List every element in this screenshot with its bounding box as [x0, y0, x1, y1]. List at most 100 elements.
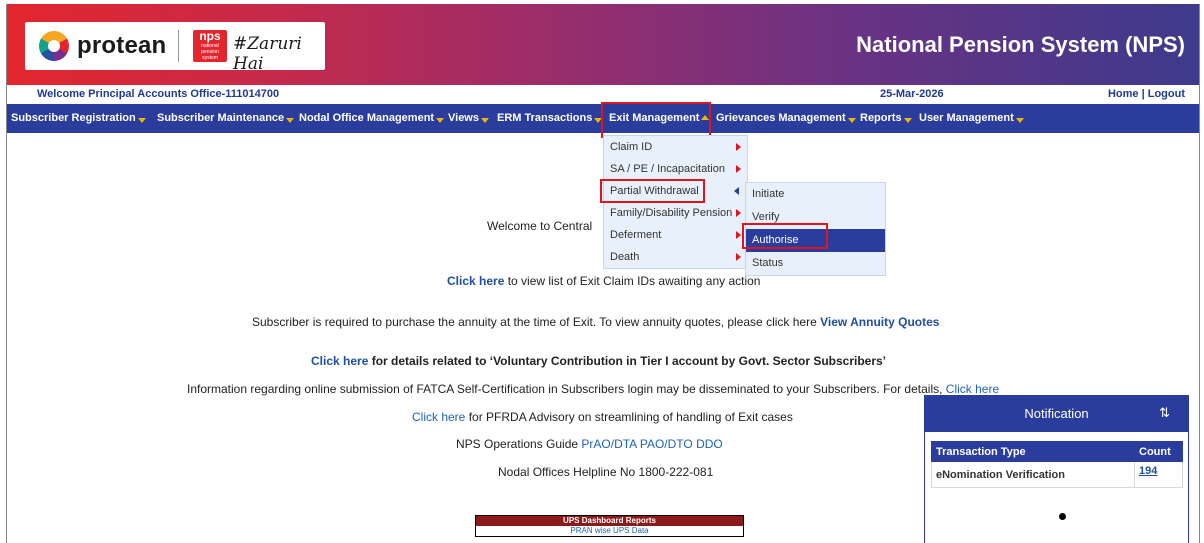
annuity-line: Subscriber is required to purchase the a… — [252, 315, 939, 329]
transaction-type-cell: eNomination Verification — [931, 461, 1135, 488]
menu-label: Partial Withdrawal — [610, 185, 699, 197]
helpline-text: Nodal Offices Helpline No 1800-222-081 — [498, 465, 714, 479]
fatca-link[interactable]: Click here — [946, 382, 999, 396]
caret-down-icon — [1015, 117, 1024, 123]
table-row: eNomination Verification 194 — [931, 461, 1183, 488]
nav-label: Reports — [860, 112, 902, 124]
nav-reports[interactable]: Reports — [860, 104, 912, 133]
arrow-right-icon — [736, 231, 741, 239]
nav-label: Grievances Management — [716, 112, 846, 124]
notification-panel: Notification ⇅ Transaction Type Count eN… — [924, 395, 1189, 543]
menu-label: Claim ID — [610, 141, 653, 153]
nps-badge-subtext: national pension system — [201, 43, 219, 61]
operations-guide-text: NPS Operations Guide — [456, 437, 582, 451]
notification-title: Notification — [1024, 406, 1089, 421]
arrow-right-icon — [736, 143, 741, 151]
notification-table: Transaction Type Count eNomination Verif… — [931, 441, 1183, 488]
nps-badge-text: nps — [199, 29, 221, 43]
pfrda-advisory-text: for PFRDA Advisory on streamlining of ha… — [465, 410, 793, 424]
menu-partial-withdrawal[interactable]: Partial Withdrawal — [604, 180, 747, 202]
voluntary-contribution-line: Click here for details related to ‘Volun… — [311, 354, 886, 368]
caret-down-icon — [286, 117, 295, 123]
nav-label: ERM Transactions — [497, 112, 593, 124]
submenu-verify[interactable]: Verify — [746, 206, 885, 229]
home-logout-links[interactable]: Home | Logout — [1108, 88, 1185, 100]
column-count: Count — [1134, 441, 1183, 462]
menu-claim-id[interactable]: Claim ID — [604, 136, 747, 158]
sort-icon[interactable]: ⇅ — [1159, 405, 1170, 421]
submenu-authorise[interactable]: Authorise — [746, 229, 885, 252]
arrow-right-icon — [736, 253, 741, 261]
main-nav: Subscriber Registration Subscriber Maint… — [7, 104, 1199, 133]
caret-up-icon — [701, 114, 710, 120]
menu-label: Deferment — [610, 229, 662, 241]
pfrda-advisory-link[interactable]: Click here — [412, 410, 465, 424]
menu-family-disability-pension[interactable]: Family/Disability Pension — [604, 202, 747, 224]
nav-user-management[interactable]: User Management — [919, 104, 1024, 133]
exit-claims-link[interactable]: Click here — [447, 274, 504, 288]
caret-down-icon — [847, 117, 856, 123]
exit-claims-text: to view list of Exit Claim IDs awaiting … — [504, 274, 761, 288]
column-transaction-type: Transaction Type — [931, 441, 1135, 462]
header-banner: protean nps national pension system #Zar… — [7, 4, 1199, 85]
menu-deferment[interactable]: Deferment — [604, 224, 747, 246]
nav-label: User Management — [919, 112, 1014, 124]
welcome-bar: Welcome Principal Accounts Office-111014… — [7, 85, 1199, 104]
nav-label: Views — [448, 112, 479, 124]
protean-logo-icon — [39, 31, 69, 61]
voluntary-contribution-text: for details related to ‘Voluntary Contri… — [368, 354, 887, 368]
fatca-text: Information regarding online submission … — [187, 382, 946, 396]
logo-divider — [178, 30, 179, 62]
tagline: #Zaruri Hai — [233, 34, 302, 74]
arrow-left-icon — [734, 187, 739, 195]
nav-label: Subscriber Maintenance — [157, 112, 285, 124]
exit-claims-line: Click here to view list of Exit Claim ID… — [447, 274, 760, 288]
nps-logo: nps national pension system — [193, 30, 227, 62]
operations-guide-line: NPS Operations Guide PrAO/DTA PAO/DTO DD… — [456, 437, 723, 451]
site-title: National Pension System (NPS) — [856, 32, 1185, 57]
menu-death[interactable]: Death — [604, 246, 747, 268]
menu-label: Death — [610, 251, 640, 263]
notification-header: Notification ⇅ — [925, 396, 1188, 432]
view-annuity-quotes-link[interactable]: View Annuity Quotes — [820, 315, 939, 329]
nav-label: Subscriber Registration — [11, 112, 136, 124]
ups-dashboard-box: UPS Dashboard Reports PRAN wise UPS Data — [475, 515, 744, 537]
nav-label: Exit Management — [609, 112, 700, 124]
caret-down-icon — [903, 117, 912, 123]
nav-subscriber-maintenance[interactable]: Subscriber Maintenance — [157, 104, 295, 133]
exit-management-dropdown: Claim ID SA / PE / Incapacitation Partia… — [603, 135, 748, 269]
fatca-line: Information regarding online submission … — [187, 382, 999, 396]
pfrda-advisory-line: Click here for PFRDA Advisory on streaml… — [412, 410, 793, 424]
caret-down-icon — [594, 117, 603, 123]
pran-wise-ups-link[interactable]: PRAN wise UPS Data — [476, 526, 743, 536]
logo-box: protean nps national pension system #Zar… — [25, 22, 325, 74]
nav-exit-management[interactable]: Exit Management — [609, 104, 710, 133]
menu-sa-pe-incapacitation[interactable]: SA / PE / Incapacitation — [604, 158, 747, 180]
count-link[interactable]: 194 — [1134, 461, 1183, 488]
voluntary-contribution-link[interactable]: Click here — [311, 354, 368, 368]
nav-nodal-office-management[interactable]: Nodal Office Management — [299, 104, 445, 133]
arrow-right-icon — [736, 165, 741, 173]
protean-brand: protean — [77, 32, 167, 59]
arrow-right-icon — [736, 209, 741, 217]
caret-down-icon — [481, 117, 489, 123]
nav-grievances-management[interactable]: Grievances Management — [716, 104, 856, 133]
caret-down-icon — [436, 117, 445, 123]
nav-views[interactable]: Views — [448, 104, 489, 133]
operations-guide-link[interactable]: PrAO/DTA PAO/DTO DDO — [581, 437, 722, 451]
page-frame: protean nps national pension system #Zar… — [6, 4, 1200, 543]
partial-withdrawal-submenu: Initiate Verify Authorise Status — [745, 182, 886, 276]
welcome-central-text: Welcome to Central — [487, 219, 593, 233]
pagination-dot[interactable] — [1059, 513, 1066, 520]
menu-label: SA / PE / Incapacitation — [610, 163, 725, 175]
menu-label: Family/Disability Pension — [610, 207, 733, 219]
nav-erm-transactions[interactable]: ERM Transactions — [497, 104, 603, 133]
ups-dashboard-header: UPS Dashboard Reports — [476, 516, 743, 526]
submenu-status[interactable]: Status — [746, 252, 885, 275]
current-date: 25-Mar-2026 — [880, 88, 944, 100]
annuity-text: Subscriber is required to purchase the a… — [252, 315, 821, 329]
nav-label: Nodal Office Management — [299, 112, 435, 124]
caret-down-icon — [137, 117, 146, 123]
nav-subscriber-registration[interactable]: Subscriber Registration — [11, 104, 146, 133]
submenu-initiate[interactable]: Initiate — [746, 183, 885, 206]
